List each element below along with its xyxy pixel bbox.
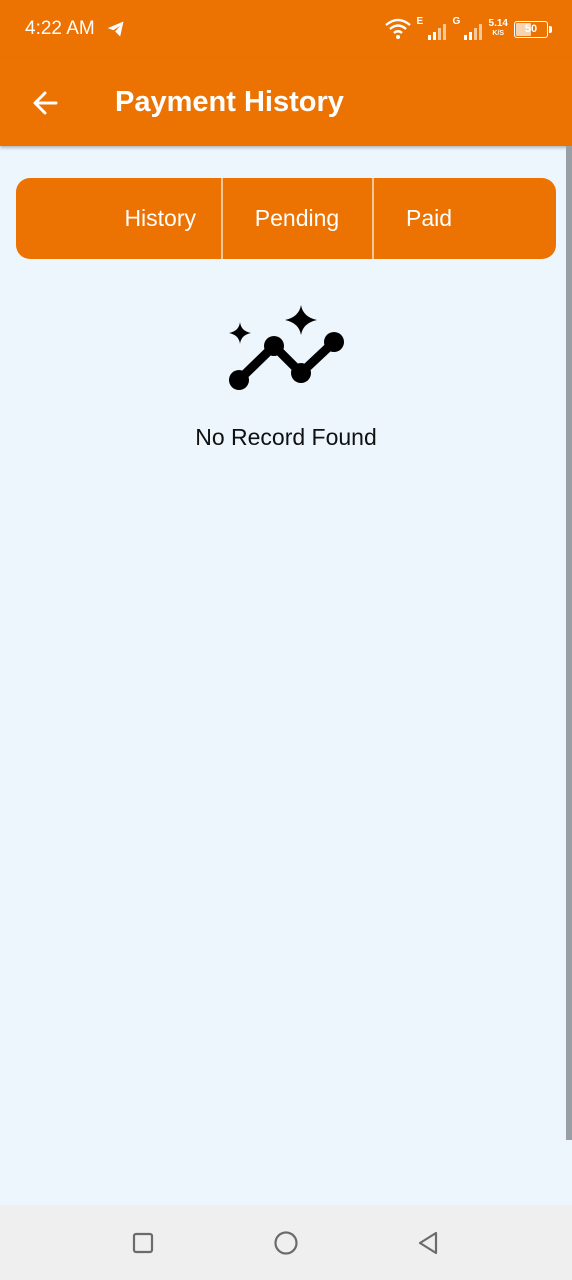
app-bar: Payment History (0, 58, 572, 146)
recents-button[interactable] (127, 1227, 159, 1259)
wifi-icon (384, 18, 411, 39)
scrollbar[interactable] (566, 146, 572, 1140)
back-button[interactable] (24, 82, 66, 124)
network-type-2: G (452, 16, 461, 27)
signal-icon-1: E (416, 16, 447, 40)
empty-state-message: No Record Found (195, 424, 377, 450)
circle-icon (274, 1231, 298, 1255)
speed-unit: K/S (492, 30, 505, 37)
square-icon (132, 1232, 154, 1254)
network-speed: 5.14 K/S (489, 19, 508, 39)
arrow-left-icon (33, 91, 58, 115)
tab-history[interactable]: History (16, 178, 221, 259)
telegram-icon (107, 21, 124, 37)
status-time: 4:22 AM (25, 18, 95, 39)
speed-value: 5.14 (488, 18, 508, 29)
battery-icon: 50 (514, 20, 552, 38)
tab-paid[interactable]: Paid (373, 178, 556, 259)
trending-sparkle-icon (229, 305, 344, 390)
nav-back-button[interactable] (412, 1227, 444, 1259)
tab-pending-label: Pending (254, 205, 340, 231)
status-icons: E G 5.14 K/S 50 (384, 16, 552, 42)
status-bar: 4:22 AM E G 5.14 K/S 50 (0, 0, 572, 58)
tab-pending[interactable]: Pending (222, 178, 372, 259)
tab-paid-label: Paid (406, 205, 453, 231)
tab-history-label: History (124, 205, 196, 231)
payment-tabs: History Pending Paid (16, 178, 556, 259)
network-type-1: E (416, 16, 424, 27)
triangle-back-icon (418, 1231, 438, 1255)
signal-icon-2: G (452, 16, 483, 40)
home-button[interactable] (270, 1227, 302, 1259)
battery-level: 50 (524, 23, 538, 35)
page-title: Payment History (115, 86, 344, 118)
system-nav-bar (0, 1205, 572, 1280)
